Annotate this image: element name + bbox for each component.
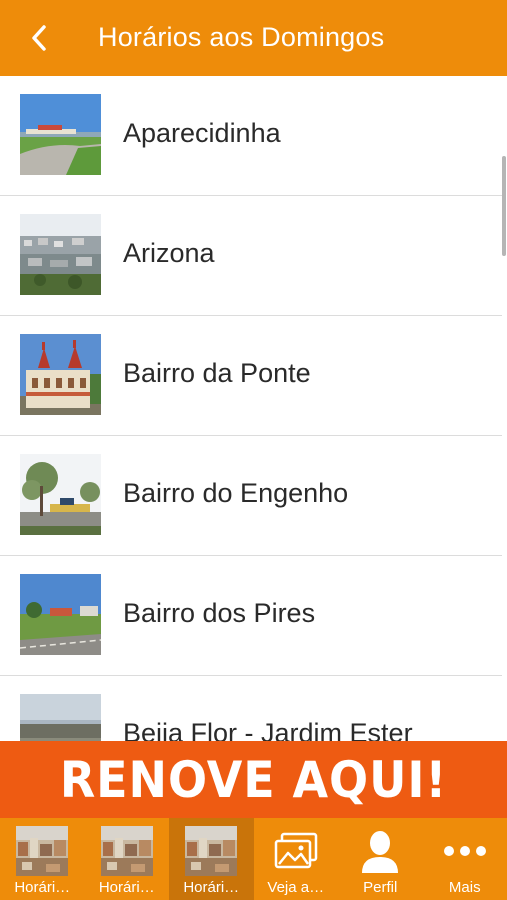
gallery-icon [270,826,322,876]
renew-banner[interactable]: RENOVE AQUI! [0,741,507,818]
thumbnail-image [20,574,101,655]
list-item-label: Bairro da Ponte [123,358,311,388]
list-item-beija-flor[interactable]: Beija Flor - Jardim Ester [0,676,502,741]
scrollbar[interactable] [502,156,506,256]
navigation-bar: Horários aos Domingos [0,0,507,76]
tab-mais[interactable]: Mais [423,818,507,900]
thumbnail-image [20,94,101,175]
list-item-arizona[interactable]: Arizona [0,196,502,316]
list-item-bairro-do-engenho[interactable]: Bairro do Engenho [0,436,502,556]
tab-perfil[interactable]: Perfil [338,818,423,900]
tab-horarios-1[interactable]: Horári… [0,818,85,900]
city-photo-icon [185,826,238,876]
tab-horarios-3[interactable]: Horári… [169,818,254,900]
page-title: Horários aos Domingos [98,22,385,52]
thumbnail-image [20,334,101,415]
neighborhood-list[interactable]: Aparecidinha Arizona Bairro da Ponte Bai… [0,76,507,741]
list-item-label: Bairro do Engenho [123,478,349,508]
list-item-label: Beija Flor - Jardim Ester [123,718,413,741]
city-photo-icon [100,826,153,876]
tab-label: Mais [448,879,481,896]
list-item-bairro-da-ponte[interactable]: Bairro da Ponte [0,316,502,436]
more-icon [439,826,491,876]
list-item-bairro-dos-pires[interactable]: Bairro dos Pires [0,556,502,676]
chevron-left-icon [32,25,46,51]
list-item-aparecidinha[interactable]: Aparecidinha [0,76,502,196]
tab-veja[interactable]: Veja a… [254,818,339,900]
thumbnail-image [20,214,101,295]
user-icon [354,826,406,876]
tab-label: Horári… [14,879,71,896]
tab-label: Horári… [183,879,240,896]
list-item-label: Aparecidinha [123,118,281,148]
back-button[interactable] [22,20,56,56]
tab-bar: Horári… Horári… Horári… Veja a… Perfil M… [0,818,507,900]
thumbnail-image [20,454,101,535]
tab-label: Horári… [98,879,155,896]
tab-label: Veja a… [267,879,325,896]
tab-label: Perfil [363,879,398,896]
city-photo-icon [16,826,69,876]
thumbnail-image [20,694,101,741]
banner-text: RENOVE AQUI! [59,750,448,809]
tab-horarios-2[interactable]: Horári… [85,818,170,900]
list-item-label: Bairro dos Pires [123,598,316,628]
list-item-label: Arizona [123,238,215,268]
